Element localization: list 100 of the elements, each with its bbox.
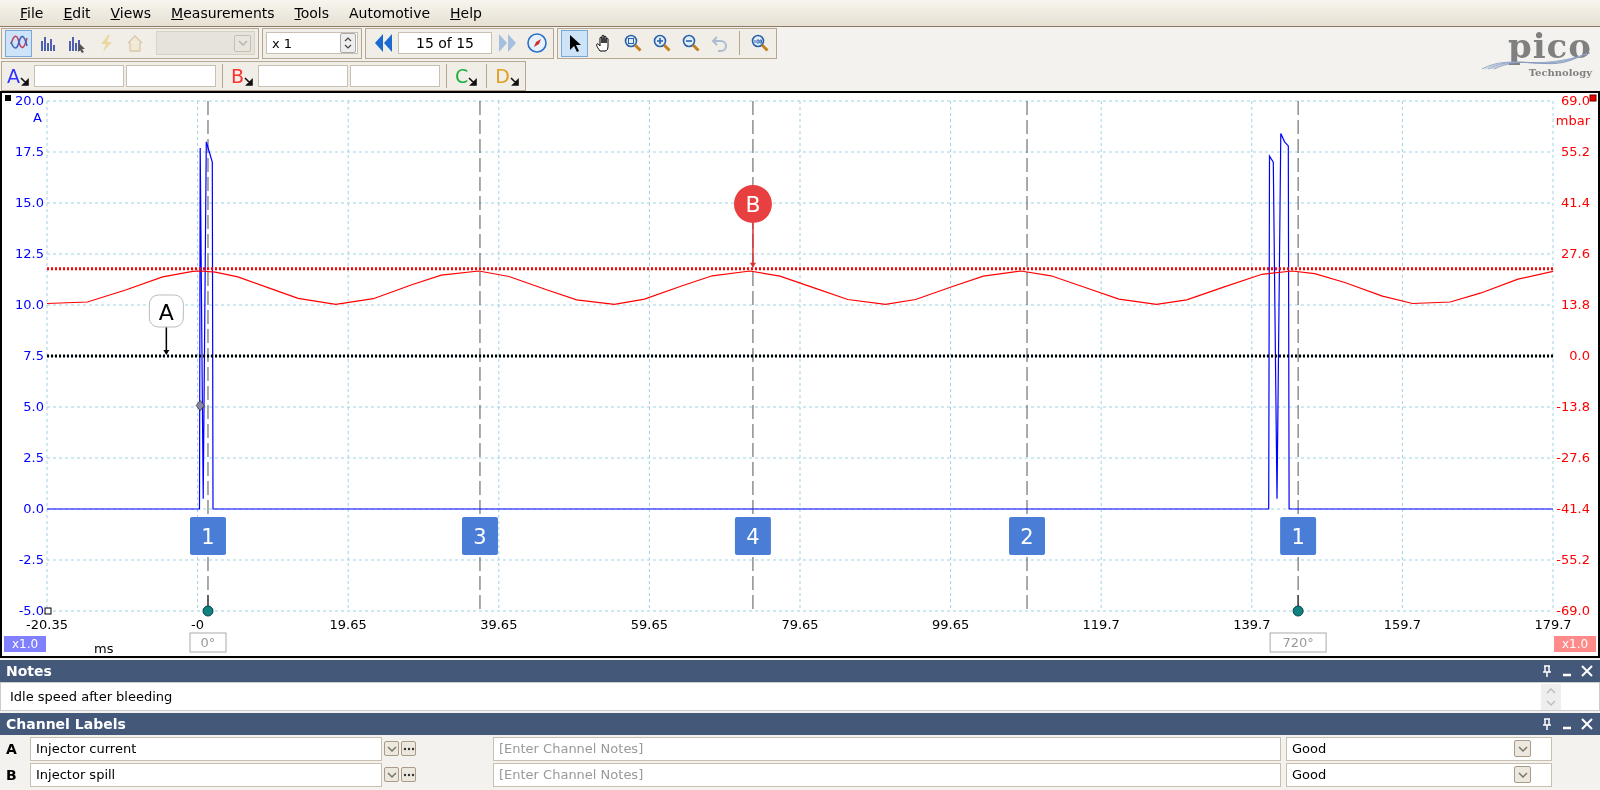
channel-handle-icon[interactable] <box>5 95 11 101</box>
compass-icon <box>525 32 548 55</box>
x-tick-label: 79.65 <box>781 617 819 632</box>
range-field[interactable] <box>34 64 124 87</box>
dropdown-button[interactable] <box>384 767 399 782</box>
y-tick-label: -13.8 <box>1556 398 1590 414</box>
y-tick-label: 0.0 <box>23 500 44 516</box>
chevron-down-icon <box>1514 766 1531 783</box>
corner-arrow-icon <box>244 76 255 87</box>
x-tick-label: -0 <box>191 617 205 632</box>
marker-line[interactable] <box>1026 100 1028 612</box>
ruler-line[interactable] <box>47 354 1553 358</box>
y-tick-label: 20.0 <box>15 93 44 108</box>
menu-item[interactable]: File <box>10 5 54 21</box>
channel-label-field[interactable]: Injector spill <box>30 762 382 787</box>
x-tick-label: 139.7 <box>1233 617 1271 632</box>
close-icon[interactable] <box>1580 717 1594 731</box>
y-tick-label: -27.6 <box>1556 449 1590 465</box>
spin-arrows-icon <box>340 33 356 54</box>
corner-arrow-icon <box>509 76 520 87</box>
channel-notes-field[interactable]: [Enter Channel Notes] <box>493 762 1281 787</box>
menu-item[interactable]: Views <box>100 5 162 21</box>
scope-mode-button[interactable] <box>5 29 32 57</box>
range-field[interactable] <box>350 64 441 87</box>
axis-unit: mbar <box>1555 113 1590 128</box>
range-field[interactable] <box>258 64 349 87</box>
panel-title: Notes <box>6 663 52 679</box>
zoom-out-icon <box>680 33 701 54</box>
dropdown-button[interactable] <box>384 741 399 756</box>
marker-label[interactable]: 4 <box>734 517 771 555</box>
rotation-label: 720° <box>1269 632 1327 653</box>
marker-label[interactable]: 1 <box>190 517 226 555</box>
chevron-down-icon <box>386 744 397 753</box>
channel-handle-icon[interactable] <box>1589 94 1597 102</box>
rotation-label: 0° <box>189 632 227 653</box>
more-button[interactable] <box>401 741 416 756</box>
menu-item[interactable]: Tools <box>284 5 340 21</box>
x-tick-label: 119.7 <box>1082 617 1120 632</box>
y-tick-label: 5.0 <box>23 398 44 414</box>
pin-icon[interactable] <box>1540 717 1554 731</box>
y-tick-label: 17.5 <box>15 143 44 159</box>
channel-letter: A <box>5 740 18 757</box>
ellipsis-icon <box>402 772 415 777</box>
more-button[interactable] <box>401 767 416 782</box>
y-tick-label: 55.2 <box>1561 143 1590 159</box>
corner-arrow-icon <box>468 76 479 87</box>
trigger-icon[interactable] <box>195 400 205 412</box>
ruler-handle-icon[interactable] <box>44 607 52 615</box>
pin-icon[interactable] <box>1540 664 1554 678</box>
y-tick-label: 27.6 <box>1561 245 1590 261</box>
x-tick-label: 19.65 <box>329 617 367 632</box>
rotation-ruler-handle[interactable] <box>202 594 214 617</box>
axis-unit: A <box>33 110 42 125</box>
notes-field[interactable]: Idle speed after bleeding <box>0 682 1600 711</box>
channel-label-field[interactable]: Injector current <box>30 736 382 761</box>
y-tick-label: 10.0 <box>15 296 44 312</box>
menu-item[interactable]: Automotive <box>339 5 441 21</box>
chevron-down-icon <box>386 770 397 779</box>
status-dropdown[interactable]: Good <box>1286 762 1552 787</box>
chevron-down-icon <box>1514 740 1531 757</box>
marker-line[interactable] <box>479 100 481 612</box>
x-tick-label: 39.65 <box>480 617 518 632</box>
menu-item[interactable]: Help <box>440 5 492 21</box>
axis-unit: ms <box>94 641 114 656</box>
x-tick-label: 179.7 <box>1534 617 1572 632</box>
x-tick-label: 99.65 <box>932 617 970 632</box>
y-tick-label: 12.5 <box>15 245 44 261</box>
y-tick-label: 69.0 <box>1561 93 1590 108</box>
y-tick-label: 7.5 <box>23 347 44 363</box>
close-icon[interactable] <box>1580 664 1594 678</box>
menu-item[interactable]: Edit <box>53 5 101 21</box>
status-dropdown[interactable]: Good <box>1286 736 1552 761</box>
chevron-down-icon <box>234 34 251 52</box>
y-tick-label: 13.8 <box>1561 296 1590 312</box>
channel-notes-field[interactable]: [Enter Channel Notes] <box>493 736 1281 761</box>
zoom-factor-field[interactable]: x 1 <box>266 32 358 55</box>
marker-label[interactable]: 1 <box>1280 517 1317 555</box>
y-tick-label: 41.4 <box>1561 194 1590 210</box>
corner-arrow-icon <box>20 76 30 87</box>
x-tick-label: 59.65 <box>630 617 668 632</box>
menu-item[interactable]: Measurements <box>161 5 285 21</box>
ruler-callout[interactable]: B <box>733 185 772 268</box>
y-tick-label: -5.0 <box>18 602 44 618</box>
buffer-position-field[interactable]: 15 of 15 <box>398 32 492 55</box>
y-tick-label: -69.0 <box>1556 602 1590 618</box>
magnifier-icon <box>622 33 643 54</box>
marker-label[interactable]: 3 <box>462 517 498 555</box>
logo-wordmark: pico <box>1507 29 1592 63</box>
marker-label[interactable]: 2 <box>1009 517 1046 555</box>
range-field[interactable] <box>126 64 216 87</box>
ellipsis-icon <box>402 746 415 751</box>
pointer-tool-button[interactable] <box>561 29 588 57</box>
magnifier-icon <box>749 33 770 54</box>
channel-button[interactable]: A <box>5 64 32 87</box>
x-tick-label: -20.35 <box>26 617 68 632</box>
y-tick-label: 0.0 <box>1569 347 1590 363</box>
rotation-ruler-handle[interactable] <box>1292 594 1304 617</box>
y-tick-label: -55.2 <box>1556 551 1590 567</box>
undo-icon <box>709 33 730 54</box>
x-tick-label: 159.7 <box>1383 617 1421 632</box>
